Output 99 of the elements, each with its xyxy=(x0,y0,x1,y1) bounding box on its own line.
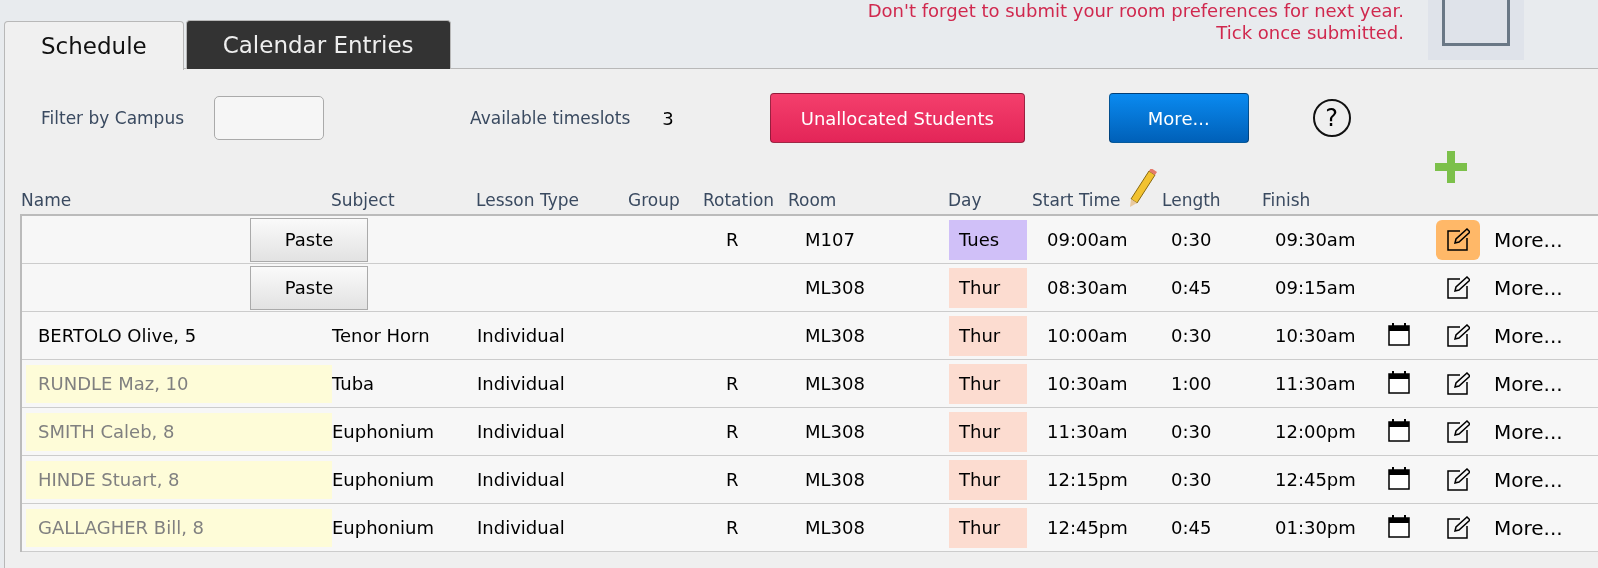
finish-cell-text: 09:30am xyxy=(1274,229,1357,250)
rotation-cell-text: R xyxy=(725,469,740,490)
filter-label: Filter by Campus xyxy=(41,108,185,128)
room-cell-text: ML308 xyxy=(804,421,866,442)
start-time-cell-text: 08:30am xyxy=(1046,277,1129,298)
unallocated-students-button[interactable]: Unallocated Students xyxy=(769,93,1025,143)
room-cell-text: ML308 xyxy=(804,277,866,298)
more-link[interactable]: More... xyxy=(1486,419,1598,444)
subject-cell-text: Tuba xyxy=(332,373,376,394)
length-cell-text: 0:30 xyxy=(1170,229,1213,250)
paste-button[interactable]: Paste xyxy=(250,265,368,310)
finish-cell-text: 11:30am xyxy=(1274,373,1357,394)
lesson-type-cell-text: Individual xyxy=(477,421,566,442)
finish-cell-text: 12:00pm xyxy=(1274,421,1357,442)
lesson-type-cell-text: Individual xyxy=(477,373,566,394)
finish-cell-text: 01:30pm xyxy=(1274,517,1357,538)
column-header: Room xyxy=(788,190,838,210)
edit-icon xyxy=(1446,227,1470,252)
column-header: Finish xyxy=(1262,190,1312,210)
edit-icon xyxy=(1446,467,1470,492)
day-cell: Thur xyxy=(949,315,1027,356)
timeslots-count: 3 xyxy=(662,107,674,129)
column-header: Lesson Type xyxy=(476,190,580,210)
name-cell: HINDE Stuart, 8 xyxy=(26,460,332,499)
more-link[interactable]: More... xyxy=(1486,371,1598,396)
day-cell: Thur xyxy=(949,363,1027,404)
start-time-cell-text: 09:00am xyxy=(1046,229,1129,250)
column-header: Rotation xyxy=(703,190,776,210)
lesson-type-cell-text: Individual xyxy=(477,469,566,490)
more-link[interactable]: More... xyxy=(1486,227,1598,252)
length-cell-text: 0:30 xyxy=(1170,469,1213,490)
campus-filter-field[interactable] xyxy=(214,96,325,140)
calendar-icon[interactable] xyxy=(1388,513,1410,538)
paste-button[interactable]: Paste xyxy=(250,217,368,262)
day-cell: Thur xyxy=(949,459,1027,500)
more-link[interactable]: More... xyxy=(1486,515,1598,540)
name-cell: GALLAGHER Bill, 8 xyxy=(26,508,332,547)
rotation-cell-text: R xyxy=(725,229,740,250)
edit-icon xyxy=(1446,419,1470,444)
calendar-icon[interactable] xyxy=(1388,417,1410,442)
day-cell: Tues xyxy=(949,219,1027,260)
room-cell-text: M107 xyxy=(804,229,856,250)
subject-cell-text: Tenor Horn xyxy=(332,325,431,346)
pencil-icon[interactable] xyxy=(1127,169,1157,209)
edit-icon xyxy=(1446,371,1470,396)
tab[interactable]: Calendar Entries xyxy=(185,20,451,69)
lesson-type-cell-text: Individual xyxy=(477,517,566,538)
finish-cell-text: 12:45pm xyxy=(1274,469,1357,490)
finish-cell-text: 09:15am xyxy=(1274,277,1357,298)
room-cell-text: ML308 xyxy=(804,373,866,394)
day-cell: Thur xyxy=(949,267,1027,308)
edit-button[interactable] xyxy=(1436,219,1480,260)
length-cell-text: 0:30 xyxy=(1170,325,1213,346)
calendar-icon[interactable] xyxy=(1388,369,1410,394)
calendar-icon[interactable] xyxy=(1388,321,1410,346)
name-cell-text: BERTOLO Olive, 5 xyxy=(37,324,198,348)
start-time-cell-text: 12:15pm xyxy=(1046,469,1129,490)
column-header: Day xyxy=(948,190,983,210)
edit-icon xyxy=(1446,323,1470,348)
column-header: Subject xyxy=(331,190,396,210)
start-time-cell-text: 12:45pm xyxy=(1046,517,1129,538)
column-header: Name xyxy=(21,190,73,210)
finish-cell-text: 10:30am xyxy=(1274,325,1357,346)
lesson-type-cell-text: Individual xyxy=(477,325,566,346)
more-link[interactable]: More... xyxy=(1486,275,1598,300)
length-cell-text: 1:00 xyxy=(1170,373,1213,394)
rotation-cell-text: R xyxy=(725,373,740,394)
column-header: Length xyxy=(1162,190,1222,210)
length-cell-text: 0:45 xyxy=(1170,277,1213,298)
subject-cell-text: Euphonium xyxy=(332,421,435,442)
checkbox[interactable] xyxy=(1442,0,1510,46)
column-header: Group xyxy=(628,190,681,210)
calendar-icon[interactable] xyxy=(1388,465,1410,490)
day-cell: Thur xyxy=(949,507,1027,548)
name-cell: SMITH Caleb, 8 xyxy=(26,412,332,451)
start-time-cell-text: 10:30am xyxy=(1046,373,1129,394)
room-cell-text: ML308 xyxy=(804,469,866,490)
room-cell-text: ML308 xyxy=(804,325,866,346)
timeslots-label: Available timeslots xyxy=(470,108,631,128)
subject-cell-text: Euphonium xyxy=(332,469,435,490)
rotation-cell-text: R xyxy=(725,517,740,538)
tab[interactable]: Schedule xyxy=(4,21,184,70)
name-cell: RUNDLE Maz, 10 xyxy=(26,364,332,403)
room-cell-text: ML308 xyxy=(804,517,866,538)
edit-icon xyxy=(1446,275,1470,300)
more-button[interactable]: More... xyxy=(1108,93,1249,143)
length-cell-text: 0:30 xyxy=(1170,421,1213,442)
subject-cell-text: Euphonium xyxy=(332,517,435,538)
help-button[interactable]: ? xyxy=(1312,99,1351,137)
day-cell: Thur xyxy=(949,411,1027,452)
edit-icon xyxy=(1446,515,1470,540)
column-header: Start Time xyxy=(1032,190,1122,210)
start-time-cell-text: 11:30am xyxy=(1046,421,1129,442)
notice-text: Don't forget to submit your room preferences for next year. Tick once submitted. xyxy=(866,0,1405,44)
rotation-cell-text: R xyxy=(725,421,740,442)
length-cell-text: 0:45 xyxy=(1170,517,1213,538)
more-link[interactable]: More... xyxy=(1486,323,1598,348)
more-link[interactable]: More... xyxy=(1486,467,1598,492)
start-time-cell-text: 10:00am xyxy=(1046,325,1129,346)
